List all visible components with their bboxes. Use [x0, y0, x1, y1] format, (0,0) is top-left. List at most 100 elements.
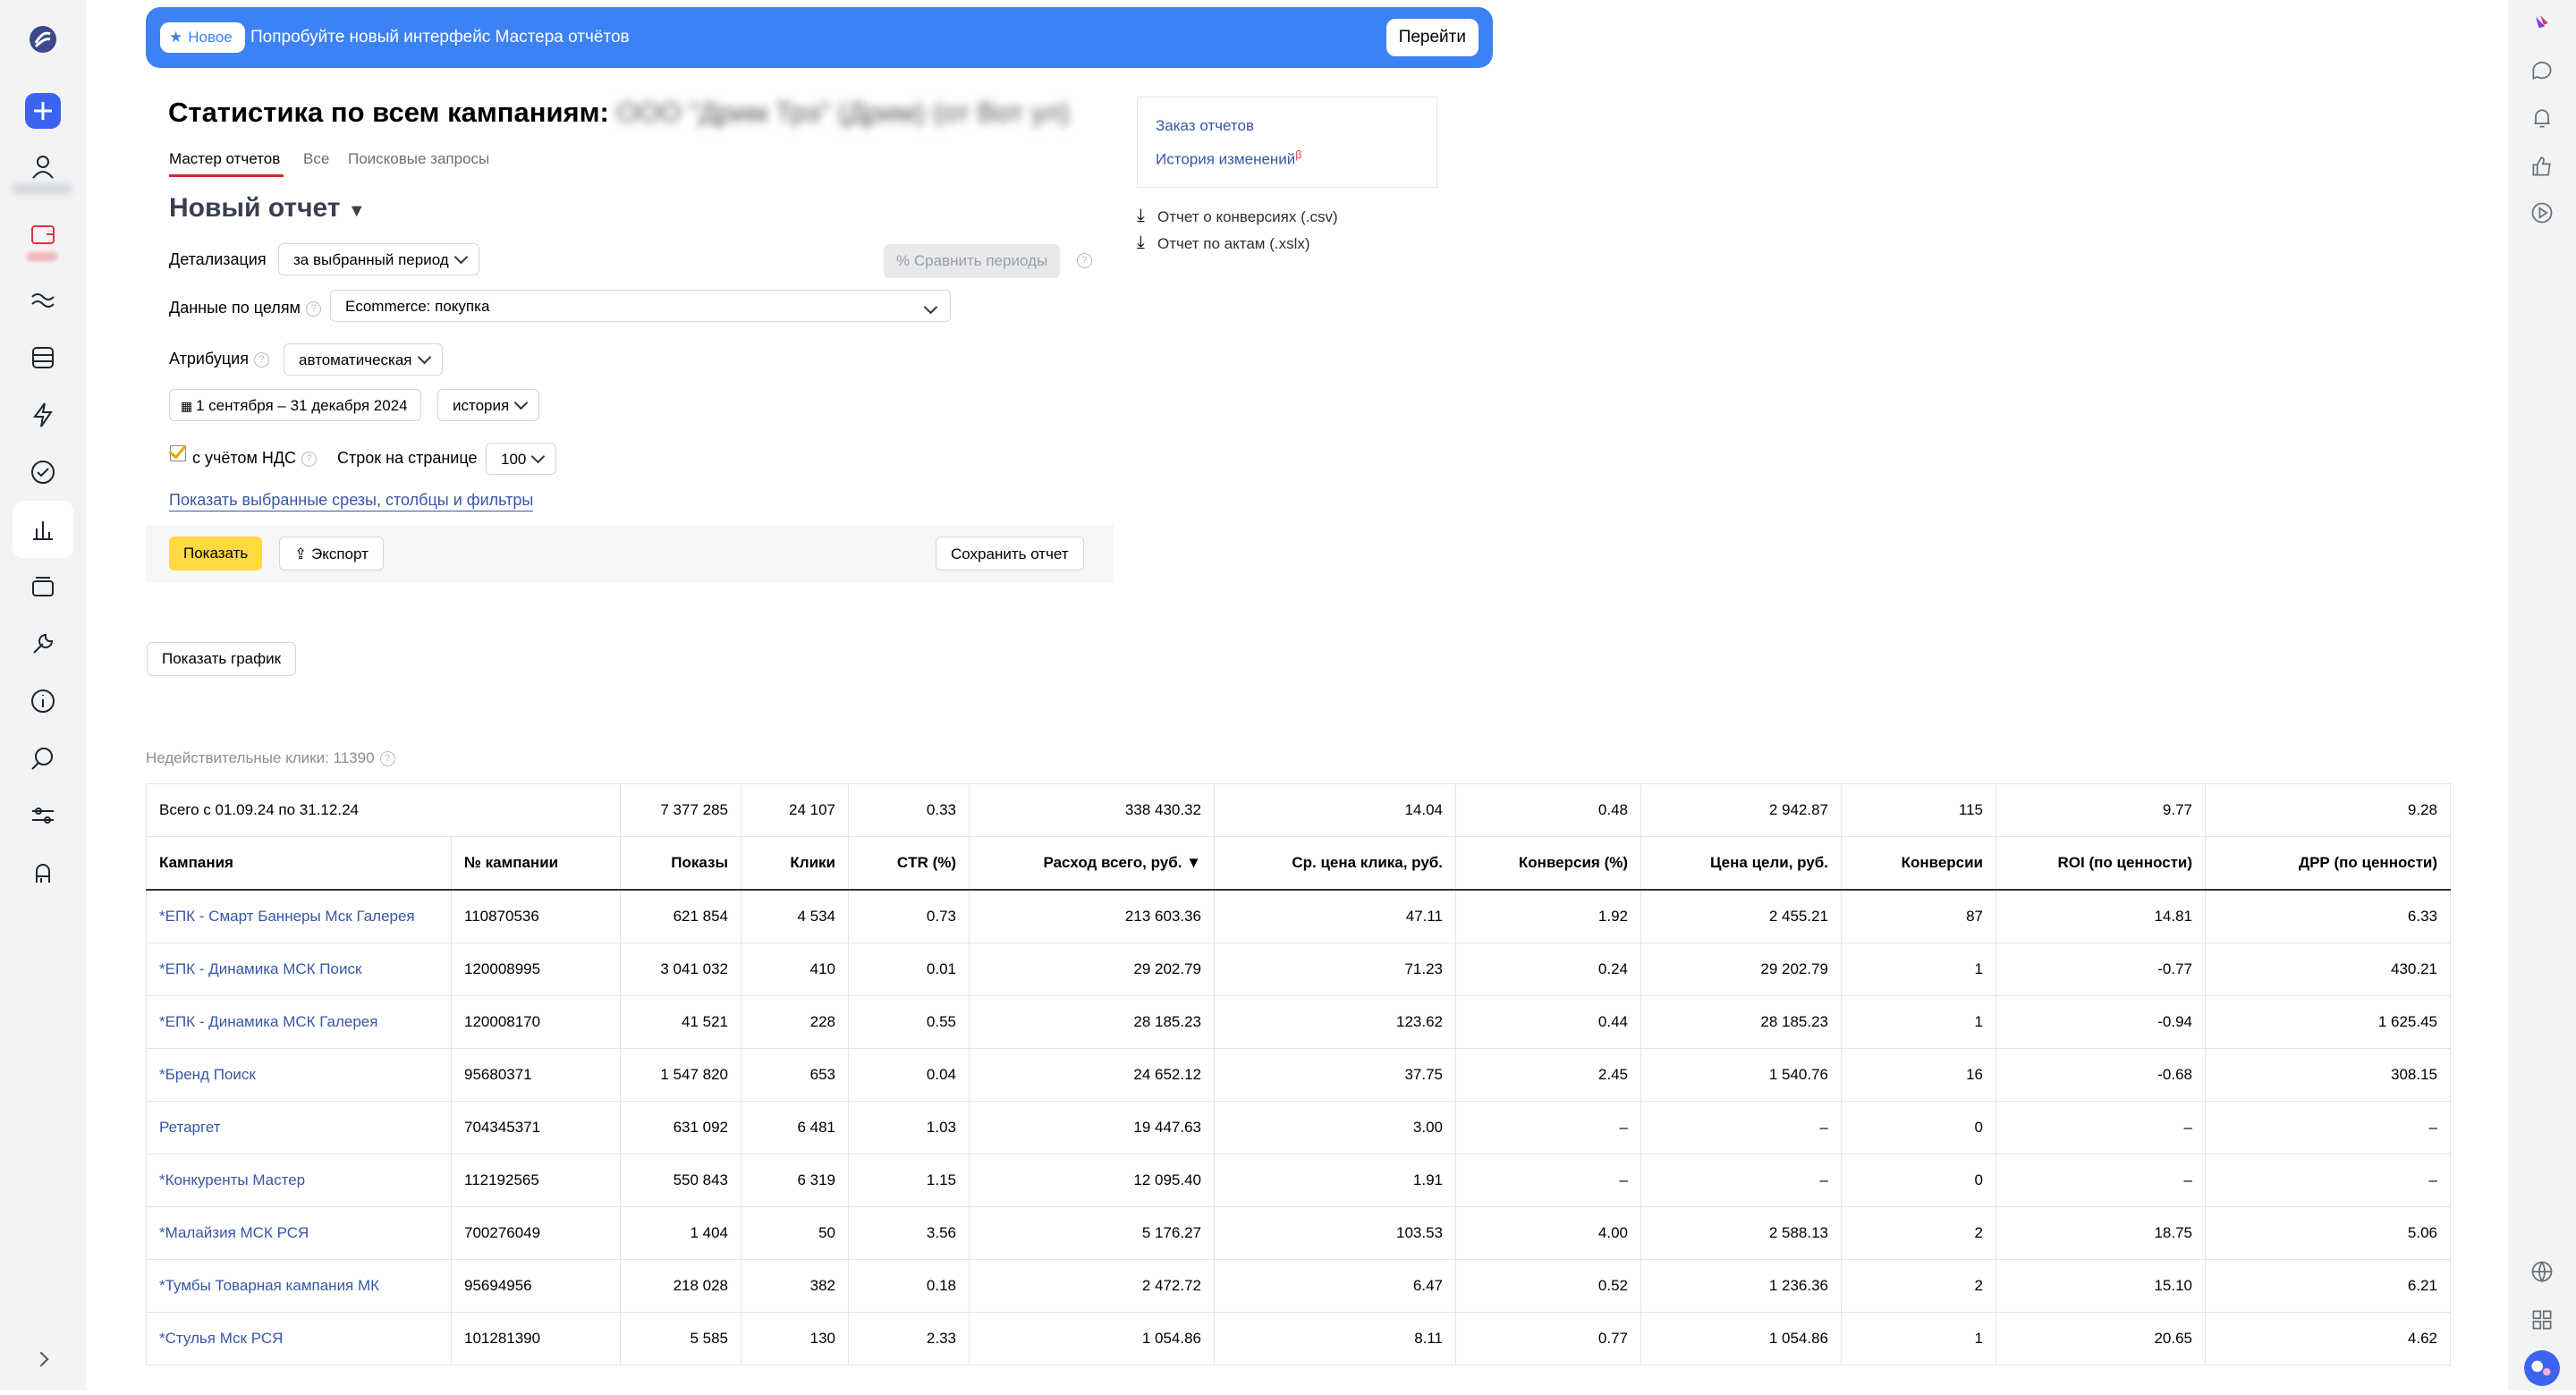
table-cell: 28 185.23 — [969, 995, 1216, 1049]
play-icon[interactable] — [2519, 190, 2565, 236]
direct-logo-icon[interactable] — [20, 16, 66, 63]
column-header[interactable]: Расход всего, руб. ▼ — [969, 836, 1216, 891]
go-button[interactable]: Перейти — [1385, 19, 1479, 56]
tab-search-queries[interactable]: Поисковые запросы — [348, 150, 489, 168]
waves-icon[interactable] — [20, 277, 66, 324]
sliders-icon[interactable] — [20, 792, 66, 839]
table-cell: 12 095.40 — [969, 1154, 1216, 1207]
expand-sidebar-icon[interactable] — [33, 1351, 49, 1367]
history-select[interactable]: история — [437, 389, 540, 421]
totals-row: Всего с 01.09.24 по 31.12.24 7 377 285 2… — [145, 783, 2452, 837]
campaign-name-link[interactable]: *ЕПК - Смарт Баннеры Мск Галерея — [146, 889, 452, 943]
campaign-name-link[interactable]: *Конкуренты Мастер — [146, 1154, 452, 1207]
tab-report-master[interactable]: Мастер отчетов — [169, 150, 280, 168]
campaign-name-link[interactable]: *Стулья Мск РСЯ — [146, 1312, 452, 1365]
account-icon[interactable] — [20, 143, 66, 190]
show-filters-link[interactable]: Показать выбранные срезы, столбцы и филь… — [169, 491, 534, 512]
campaign-id: 95680371 — [450, 1048, 622, 1102]
detail-select[interactable]: за выбранный период — [278, 243, 479, 275]
report-name-dropdown[interactable]: Новый отчет ▼ — [169, 193, 366, 224]
campaign-name-link[interactable]: *ЕПК - Динамика МСК Поиск — [146, 943, 452, 996]
column-header[interactable]: Клики — [741, 836, 850, 891]
vat-label-text: с учётом НДС — [192, 449, 297, 467]
detail-value: за выбранный период — [293, 251, 449, 268]
campaign-name-link[interactable]: *Бренд Поиск — [146, 1048, 452, 1102]
export-button[interactable]: ⇪ Экспорт — [279, 537, 384, 571]
table-cell: -0.68 — [1996, 1048, 2207, 1102]
search-icon[interactable] — [20, 735, 66, 782]
database-icon[interactable] — [20, 334, 66, 381]
compare-periods-button[interactable]: % Сравнить периоды — [884, 244, 1061, 278]
column-header[interactable]: № кампании — [450, 836, 622, 891]
table-cell: 550 843 — [620, 1154, 742, 1207]
conversions-report-link[interactable]: Отчет о конверсиях (.csv) — [1157, 208, 1338, 226]
info-icon[interactable] — [20, 678, 66, 724]
bell-icon[interactable] — [2519, 95, 2565, 141]
download-icon: ⤓ — [1137, 232, 1145, 252]
star-icon: ★ — [169, 29, 183, 46]
goals-help-icon[interactable]: ? — [305, 300, 321, 317]
column-header[interactable]: ДРР (по ценности) — [2205, 836, 2452, 891]
create-plus-icon[interactable] — [20, 88, 66, 134]
table-cell: 2.45 — [1455, 1048, 1642, 1102]
campaign-name-link[interactable]: *ЕПК - Динамика МСК Галерея — [146, 995, 452, 1049]
show-button[interactable]: Показать — [169, 537, 263, 571]
lightning-icon[interactable] — [20, 392, 66, 438]
order-reports-link[interactable]: Заказ отчетов — [1156, 117, 1254, 135]
apps-grid-icon[interactable] — [2519, 1297, 2565, 1343]
table-cell: 4.00 — [1455, 1206, 1642, 1260]
statistics-icon[interactable] — [13, 501, 73, 558]
campaign-name-link[interactable]: *Малайзия МСК РСЯ — [146, 1206, 452, 1260]
report-links-box — [1137, 97, 1437, 188]
column-header[interactable]: CTR (%) — [848, 836, 970, 891]
campaign-name-link[interactable]: *Тумбы Товарная кампания МК — [146, 1259, 452, 1313]
chat-icon[interactable] — [2519, 46, 2565, 93]
table-cell: 41 521 — [620, 995, 742, 1049]
table-cell: 0 — [1841, 1101, 1997, 1154]
table-cell: 0.01 — [848, 943, 970, 996]
save-report-button[interactable]: Сохранить отчет — [936, 537, 1084, 571]
total-cell: 0.48 — [1455, 783, 1642, 837]
show-graph-button[interactable]: Показать график — [147, 642, 297, 676]
rows-per-page-select[interactable]: 100 — [486, 443, 557, 475]
table-cell: 4.62 — [2205, 1312, 2452, 1365]
tab-all[interactable]: Все — [303, 150, 329, 168]
new-badge-label: Новое — [188, 29, 233, 46]
table-cell: 14.81 — [1996, 889, 2207, 943]
thumbs-up-icon[interactable] — [2519, 143, 2565, 190]
wallet-icon[interactable] — [20, 211, 66, 258]
column-header[interactable]: Конверсии — [1841, 836, 1997, 891]
compare-help-icon[interactable]: ? — [1077, 253, 1092, 268]
column-header[interactable]: Ср. цена клика, руб. — [1214, 836, 1457, 891]
column-header[interactable]: ROI (по ценности) — [1996, 836, 2207, 891]
acts-report-link[interactable]: Отчет по актам (.xslx) — [1157, 235, 1310, 253]
table-cell: -0.94 — [1996, 995, 2207, 1049]
attribution-help-icon[interactable]: ? — [253, 351, 269, 368]
wrench-icon[interactable] — [20, 621, 66, 667]
change-history-link[interactable]: История измененийβ — [1156, 148, 1301, 169]
rows-per-page-value: 100 — [501, 451, 527, 468]
goals-select[interactable]: Ecommerce: покупка — [330, 290, 951, 322]
assistant-icon[interactable] — [20, 850, 66, 896]
attribution-select[interactable]: автоматическая — [284, 343, 443, 376]
table-cell: 1 054.86 — [1640, 1312, 1843, 1365]
table-cell: 87 — [1841, 889, 1997, 943]
globe-icon[interactable] — [2519, 1248, 2565, 1295]
table-cell: 6 319 — [741, 1154, 850, 1207]
column-header[interactable]: Показы — [620, 836, 742, 891]
attribution-label: Атрибуция? — [169, 350, 269, 368]
vat-help-icon[interactable]: ? — [301, 451, 318, 467]
percent-icon: % — [896, 252, 911, 269]
date-range-value: 1 сентября – 31 декабря 2024 — [195, 397, 408, 414]
assistant-bubble-icon[interactable] — [2515, 1341, 2569, 1395]
app-logo-icon[interactable] — [2519, 0, 2565, 46]
left-sidebar — [0, 0, 86, 1391]
check-circle-icon[interactable] — [20, 449, 66, 495]
campaign-name-link[interactable]: Ретаргет — [146, 1101, 452, 1154]
column-header[interactable]: Конверсия (%) — [1455, 836, 1642, 891]
invalid-clicks-help-icon[interactable]: ? — [379, 751, 395, 767]
column-header[interactable]: Цена цели, руб. — [1640, 836, 1843, 891]
date-range-picker[interactable]: ▦ 1 сентября – 31 декабря 2024 — [169, 389, 421, 421]
cards-icon[interactable] — [20, 563, 66, 610]
column-header[interactable]: Кампания — [146, 836, 452, 891]
